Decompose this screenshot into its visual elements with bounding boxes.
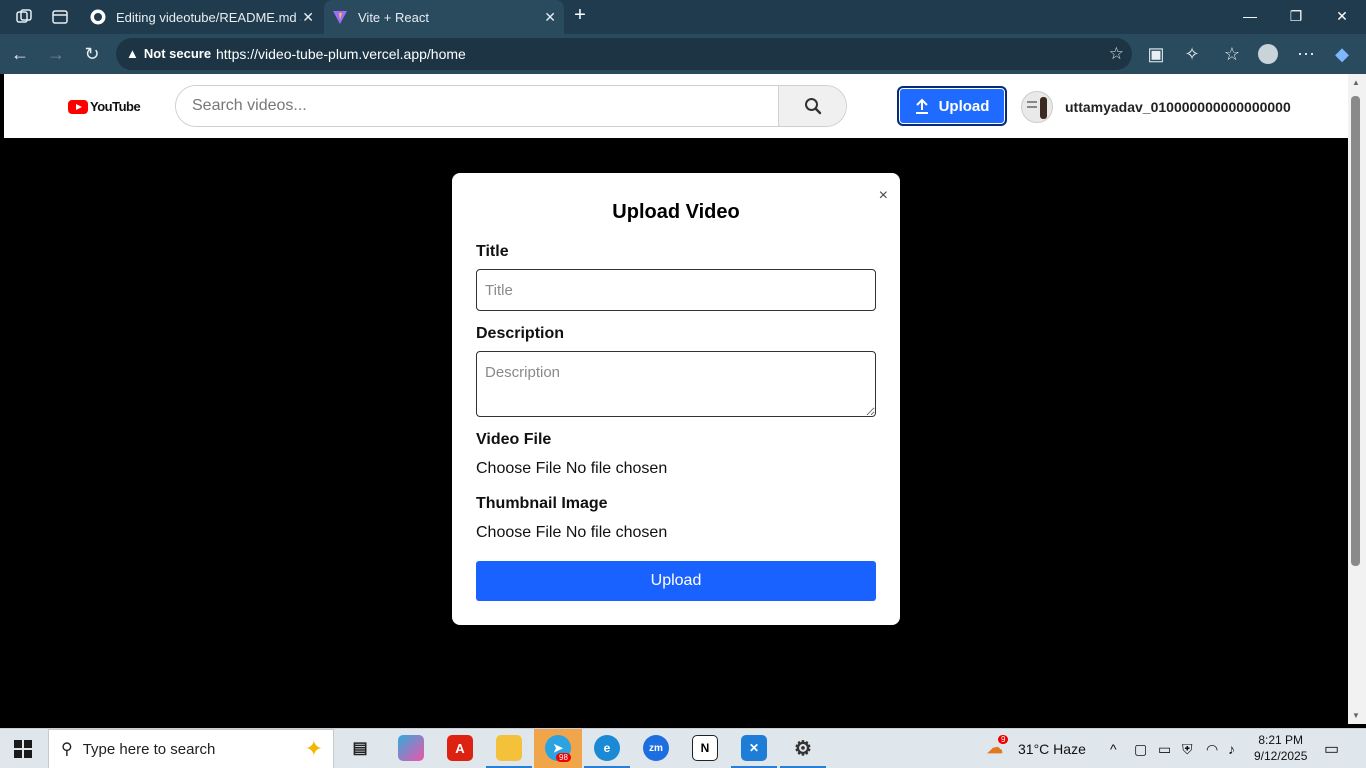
show-hidden-icons[interactable]: ^: [1110, 741, 1117, 757]
more-options-icon[interactable]: ⋯: [1296, 44, 1316, 64]
scroll-up-icon[interactable]: ▲: [1352, 78, 1360, 87]
username[interactable]: uttamyadav_010000000000000000: [1065, 99, 1291, 115]
taskbar-clock[interactable]: 8:21 PM 9/12/2025: [1254, 732, 1307, 764]
copilot-app-icon[interactable]: [398, 735, 424, 761]
security-label: Not secure: [143, 46, 212, 61]
description-label: Description: [476, 325, 565, 342]
copilot-icon[interactable]: ◆: [1332, 44, 1352, 64]
tab-label: Vite + React: [358, 9, 429, 25]
taskbar-search-placeholder: Type here to search: [82, 740, 216, 758]
security-shield-icon[interactable]: ⛨: [1182, 741, 1193, 758]
page-scrollbar[interactable]: ▲ ▼: [1348, 74, 1366, 724]
back-icon[interactable]: ←: [10, 44, 30, 64]
scroll-down-icon[interactable]: ▼: [1352, 711, 1360, 720]
browser-titlebar: Editing videotube/README.md at ✕ Vite + …: [0, 0, 1366, 34]
weather-text[interactable]: 31°C Haze: [1018, 741, 1086, 757]
refresh-icon[interactable]: ↻: [82, 44, 102, 64]
file-explorer-icon[interactable]: [496, 735, 522, 761]
notion-icon[interactable]: N: [692, 735, 718, 761]
security-indicator[interactable]: ▲ Not secure: [126, 46, 211, 61]
avatar[interactable]: [1021, 91, 1053, 123]
minimize-icon[interactable]: —: [1240, 8, 1260, 24]
tab-actions-icon[interactable]: [50, 7, 70, 27]
forward-icon: →: [47, 44, 65, 64]
tab-label: Editing videotube/README.md at: [116, 9, 301, 25]
settings-gear-icon[interactable]: ⚙: [790, 735, 816, 761]
task-view-icon[interactable]: ▤: [347, 735, 373, 761]
title-input[interactable]: [476, 269, 876, 311]
tab-vite-react[interactable]: Vite + React ✕: [324, 0, 564, 34]
edge-icon[interactable]: e: [594, 735, 620, 761]
search-icon: [804, 98, 821, 115]
scroll-thumb[interactable]: [1351, 96, 1360, 566]
restore-icon[interactable]: ❐: [1286, 8, 1306, 25]
close-tab-icon[interactable]: ✕: [544, 9, 556, 26]
address-bar-row: ← → ↻ ▲ Not secure https://video-tube-pl…: [0, 34, 1366, 74]
vite-icon: [333, 11, 347, 24]
windows-taskbar: ⚲ Type here to search ✦ ▤ A ➤ 98 e zm N …: [0, 728, 1366, 768]
thumbnail-choose-file-button[interactable]: Choose File: [476, 524, 561, 541]
favorites-icon[interactable]: ☆: [1222, 44, 1242, 64]
vscode-icon[interactable]: ✕: [741, 735, 767, 761]
clock-date: 9/12/2025: [1254, 749, 1308, 763]
tab-readme[interactable]: Editing videotube/README.md at ✕: [82, 0, 322, 34]
header-upload-button[interactable]: Upload: [897, 86, 1007, 126]
thumbnail-label: Thumbnail Image: [476, 495, 608, 512]
video-choose-file-button[interactable]: Choose File: [476, 460, 561, 477]
submit-upload-button[interactable]: Upload: [476, 561, 876, 601]
search-button[interactable]: [778, 86, 846, 126]
header-upload-label: Upload: [938, 97, 990, 115]
workspaces-icon[interactable]: [14, 7, 34, 27]
logo-text: YouTube: [90, 99, 141, 114]
weather-badge: 9: [998, 735, 1009, 744]
wifi-icon[interactable]: ◠: [1206, 741, 1218, 758]
battery-icon[interactable]: ▭: [1158, 741, 1171, 758]
upload-video-modal: × Upload Video Title Description Video F…: [452, 173, 900, 625]
search-bar: [175, 85, 847, 127]
app-available-icon[interactable]: ▣: [1146, 44, 1166, 64]
notifications-icon[interactable]: ▭: [1324, 739, 1339, 759]
site-header: YouTube Upload uttamyadav_01000000000000…: [4, 74, 1348, 138]
clock-time: 8:21 PM: [1258, 733, 1304, 747]
video-file-status: No file chosen: [565, 460, 668, 477]
video-file-label: Video File: [476, 431, 552, 448]
close-window-icon[interactable]: ✕: [1332, 8, 1352, 25]
youtube-play-icon: [68, 99, 88, 114]
favorite-star-icon[interactable]: ☆: [1109, 44, 1124, 64]
url-box[interactable]: ▲ Not secure https://video-tube-plum.ver…: [116, 38, 1132, 70]
copilot-sparkle-icon: ✦: [304, 736, 323, 761]
search-input[interactable]: [176, 86, 778, 126]
telegram-badge: 98: [556, 753, 571, 762]
github-icon: [90, 9, 106, 25]
page-viewport: YouTube Upload uttamyadav_01000000000000…: [4, 74, 1348, 724]
warning-icon: ▲: [126, 46, 139, 61]
taskbar-search[interactable]: ⚲ Type here to search ✦: [48, 729, 334, 768]
upload-arrow-icon: [915, 98, 928, 114]
modal-title: Upload Video: [612, 201, 740, 223]
profile-icon[interactable]: [1258, 44, 1278, 64]
new-tab-icon[interactable]: +: [570, 4, 590, 27]
acrobat-icon[interactable]: A: [447, 735, 473, 761]
thumbnail-file-status: No file chosen: [565, 524, 668, 541]
thumbnail-file-input[interactable]: Choose File No file chosen: [476, 524, 667, 542]
windows-start-icon[interactable]: [14, 740, 32, 758]
description-textarea[interactable]: [476, 351, 876, 417]
extensions-icon[interactable]: ✧: [1182, 44, 1202, 64]
volume-icon[interactable]: ♪: [1228, 741, 1235, 757]
close-tab-icon[interactable]: ✕: [302, 9, 314, 26]
meet-icon[interactable]: ▢: [1134, 741, 1147, 758]
site-logo[interactable]: YouTube: [68, 99, 141, 114]
video-file-input[interactable]: Choose File No file chosen: [476, 460, 667, 478]
url-text[interactable]: https://video-tube-plum.vercel.app/home: [216, 46, 466, 62]
title-label: Title: [476, 243, 509, 260]
search-icon: ⚲: [61, 741, 73, 758]
zoom-icon[interactable]: zm: [643, 735, 669, 761]
